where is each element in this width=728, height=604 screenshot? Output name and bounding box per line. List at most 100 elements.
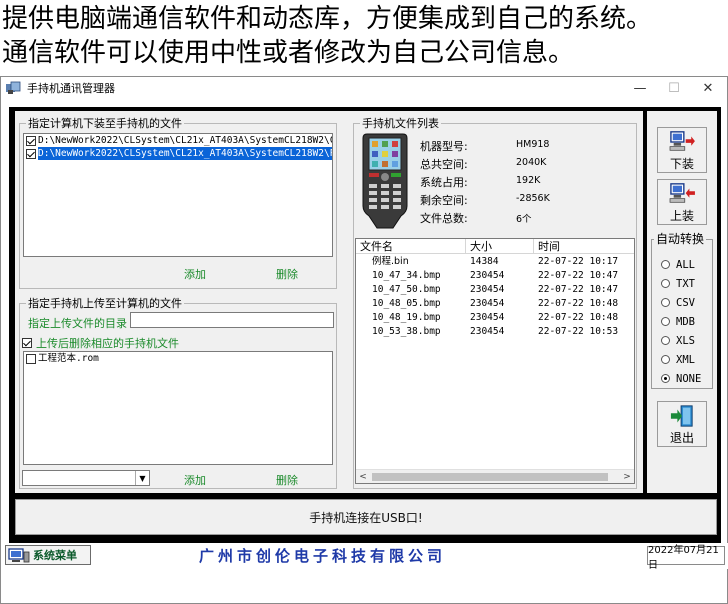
radio-none-indicator[interactable]	[661, 374, 670, 383]
exit-door-icon	[670, 405, 693, 427]
exit-button-label: 退出	[669, 431, 694, 445]
upload-delete-button[interactable]: 删除	[276, 472, 298, 488]
close-icon: ✕	[702, 80, 714, 96]
upload-add-button[interactable]: 添加	[184, 472, 206, 488]
radio-txt-indicator[interactable]	[661, 279, 670, 288]
download-files-group: 指定计算机下装至手持机的文件 D:\NewWork2022\CLSystem\C…	[19, 117, 337, 289]
table-row[interactable]: 10_48_05.bmp 230454 22-07-22 10:48	[356, 297, 634, 311]
info-value-total: 2040K	[516, 157, 547, 168]
upload-files-group: 指定手持机上传至计算机的文件 指定上传文件的目录 上传后删除相应的手持机文件 工…	[19, 297, 337, 489]
title-bar[interactable]: 手持机通讯管理器 — ☐ ✕	[1, 77, 727, 99]
cell-time: 22-07-22 10:47	[538, 284, 619, 295]
radio-txt-label: TXT	[676, 277, 695, 290]
column-header-time[interactable]: 时间	[534, 239, 634, 254]
file-name: 工程范本.rom	[38, 353, 99, 364]
cell-time: 22-07-22 10:53	[538, 326, 619, 337]
device-files-group: 手持机文件列表 机器型号: HM918 总共空间: 2040K 系统占用: 19…	[353, 117, 637, 489]
cell-time: 22-07-22 10:47	[538, 270, 619, 281]
radio-txt[interactable]: TXT	[661, 277, 695, 290]
minimize-button[interactable]: —	[623, 77, 657, 99]
computer-to-device-icon	[669, 131, 695, 151]
exit-button[interactable]: 退出	[657, 401, 707, 447]
column-header-size[interactable]: 大小	[466, 239, 534, 254]
download-delete-button[interactable]: 删除	[276, 266, 298, 282]
radio-xml[interactable]: XML	[661, 353, 695, 366]
upload-dir-input[interactable]	[130, 312, 334, 328]
radio-xls[interactable]: XLS	[661, 334, 695, 347]
cell-size: 14384	[470, 256, 499, 267]
cell-size: 230454	[470, 312, 505, 323]
chevron-down-icon[interactable]: ▼	[135, 471, 149, 485]
radio-xls-label: XLS	[676, 334, 695, 347]
file-checkbox[interactable]	[26, 148, 36, 159]
maximize-button[interactable]: ☐	[657, 77, 691, 99]
radio-xml-label: XML	[676, 353, 695, 366]
radio-all[interactable]: ALL	[661, 258, 695, 271]
cell-time: 22-07-22 10:48	[538, 298, 619, 309]
info-value-count: 6个	[516, 214, 532, 225]
table-row[interactable]: 例程.bin 14384 22-07-22 10:17	[356, 255, 634, 269]
upload-group-legend: 指定手持机上传至计算机的文件	[26, 297, 184, 310]
info-label-total: 总共空间:	[420, 158, 468, 171]
handheld-device-image	[362, 133, 408, 229]
scroll-left-icon[interactable]: <	[356, 470, 370, 483]
device-to-computer-icon	[669, 183, 695, 203]
date-display: 2022年07月21日	[647, 545, 725, 571]
table-header: 文件名 大小 时间	[356, 239, 634, 254]
list-item[interactable]: D:\NewWork2022\CLSystem\CL21x_AT403A\Sys…	[24, 147, 332, 160]
radio-xls-indicator[interactable]	[661, 336, 670, 345]
computer-icon	[8, 547, 30, 562]
device-file-table[interactable]: 文件名 大小 时间 例程.bin 14384 22-07-22 10:17 10…	[355, 238, 635, 484]
caption-line-1: 提供电脑端通信软件和动态库，方便集成到自己的系统。	[2, 4, 653, 34]
upload-button[interactable]: 上装	[657, 179, 707, 225]
close-button[interactable]: ✕	[691, 77, 725, 99]
list-item[interactable]: D:\NewWork2022\CLSystem\CL21x_AT403A\Sys…	[24, 134, 332, 147]
delete-after-upload-option[interactable]: 上传后删除相应的手持机文件	[22, 335, 179, 351]
radio-none[interactable]: NONE	[661, 372, 701, 385]
table-row[interactable]: 10_53_38.bmp 230454 22-07-22 10:53	[356, 325, 634, 339]
radio-csv-label: CSV	[676, 296, 695, 309]
radio-csv[interactable]: CSV	[661, 296, 695, 309]
radio-xml-indicator[interactable]	[661, 355, 670, 364]
status-message: 手持机连接在USB口!	[309, 510, 423, 525]
radio-all-indicator[interactable]	[661, 260, 670, 269]
promo-caption: 提供电脑端通信软件和动态库，方便集成到自己的系统。 通信软件可以使用中性或者修改…	[0, 0, 728, 76]
table-row[interactable]: 10_47_50.bmp 230454 22-07-22 10:47	[356, 283, 634, 297]
radio-mdb[interactable]: MDB	[661, 315, 695, 328]
file-path: D:\NewWork2022\CLSystem\CL21x_AT403A\Sys…	[38, 147, 332, 160]
upload-combo[interactable]: ▼	[22, 470, 150, 486]
work-area: 指定计算机下装至手持机的文件 D:\NewWork2022\CLSystem\C…	[15, 111, 643, 493]
company-name: 广州市创伦电子科技有限公司	[199, 547, 447, 565]
column-header-filename[interactable]: 文件名	[356, 239, 466, 254]
download-file-list[interactable]: D:\NewWork2022\CLSystem\CL21x_AT403A\Sys…	[23, 133, 333, 257]
list-item[interactable]: 工程范本.rom	[24, 352, 332, 365]
info-label-model: 机器型号:	[420, 140, 468, 153]
info-label-free: 剩余空间:	[420, 194, 468, 207]
table-row[interactable]: 10_47_34.bmp 230454 22-07-22 10:47	[356, 269, 634, 283]
cell-size: 230454	[470, 298, 505, 309]
window-title: 手持机通讯管理器	[27, 82, 115, 95]
info-label-count: 文件总数:	[420, 212, 468, 225]
file-checkbox[interactable]	[26, 135, 36, 146]
cell-filename: 10_48_19.bmp	[372, 312, 441, 323]
info-label-system: 系统占用:	[420, 176, 468, 189]
radio-csv-indicator[interactable]	[661, 298, 670, 307]
cell-filename: 10_47_50.bmp	[372, 284, 441, 295]
radio-mdb-indicator[interactable]	[661, 317, 670, 326]
table-row[interactable]: 10_48_19.bmp 230454 22-07-22 10:48	[356, 311, 634, 325]
upload-file-list[interactable]: 工程范本.rom	[23, 351, 333, 465]
scrollbar-thumb[interactable]	[372, 473, 608, 481]
device-group-legend: 手持机文件列表	[360, 117, 441, 130]
upload-dir-label: 指定上传文件的目录	[28, 317, 127, 330]
horizontal-scrollbar[interactable]: < >	[356, 469, 634, 483]
auto-convert-legend: 自动转换	[654, 232, 707, 246]
app-window: 手持机通讯管理器 — ☐ ✕ 指定计算机下装至手持机的文件 D:\NewWork…	[0, 76, 728, 604]
system-menu-button[interactable]: 系统菜单	[5, 545, 91, 565]
file-checkbox[interactable]	[26, 353, 36, 364]
scroll-right-icon[interactable]: >	[620, 470, 634, 483]
delete-after-checkbox[interactable]	[22, 338, 32, 348]
download-add-button[interactable]: 添加	[184, 266, 206, 282]
info-value-model: HM918	[516, 139, 550, 150]
download-button[interactable]: 下装	[657, 127, 707, 173]
cell-size: 230454	[470, 270, 505, 281]
